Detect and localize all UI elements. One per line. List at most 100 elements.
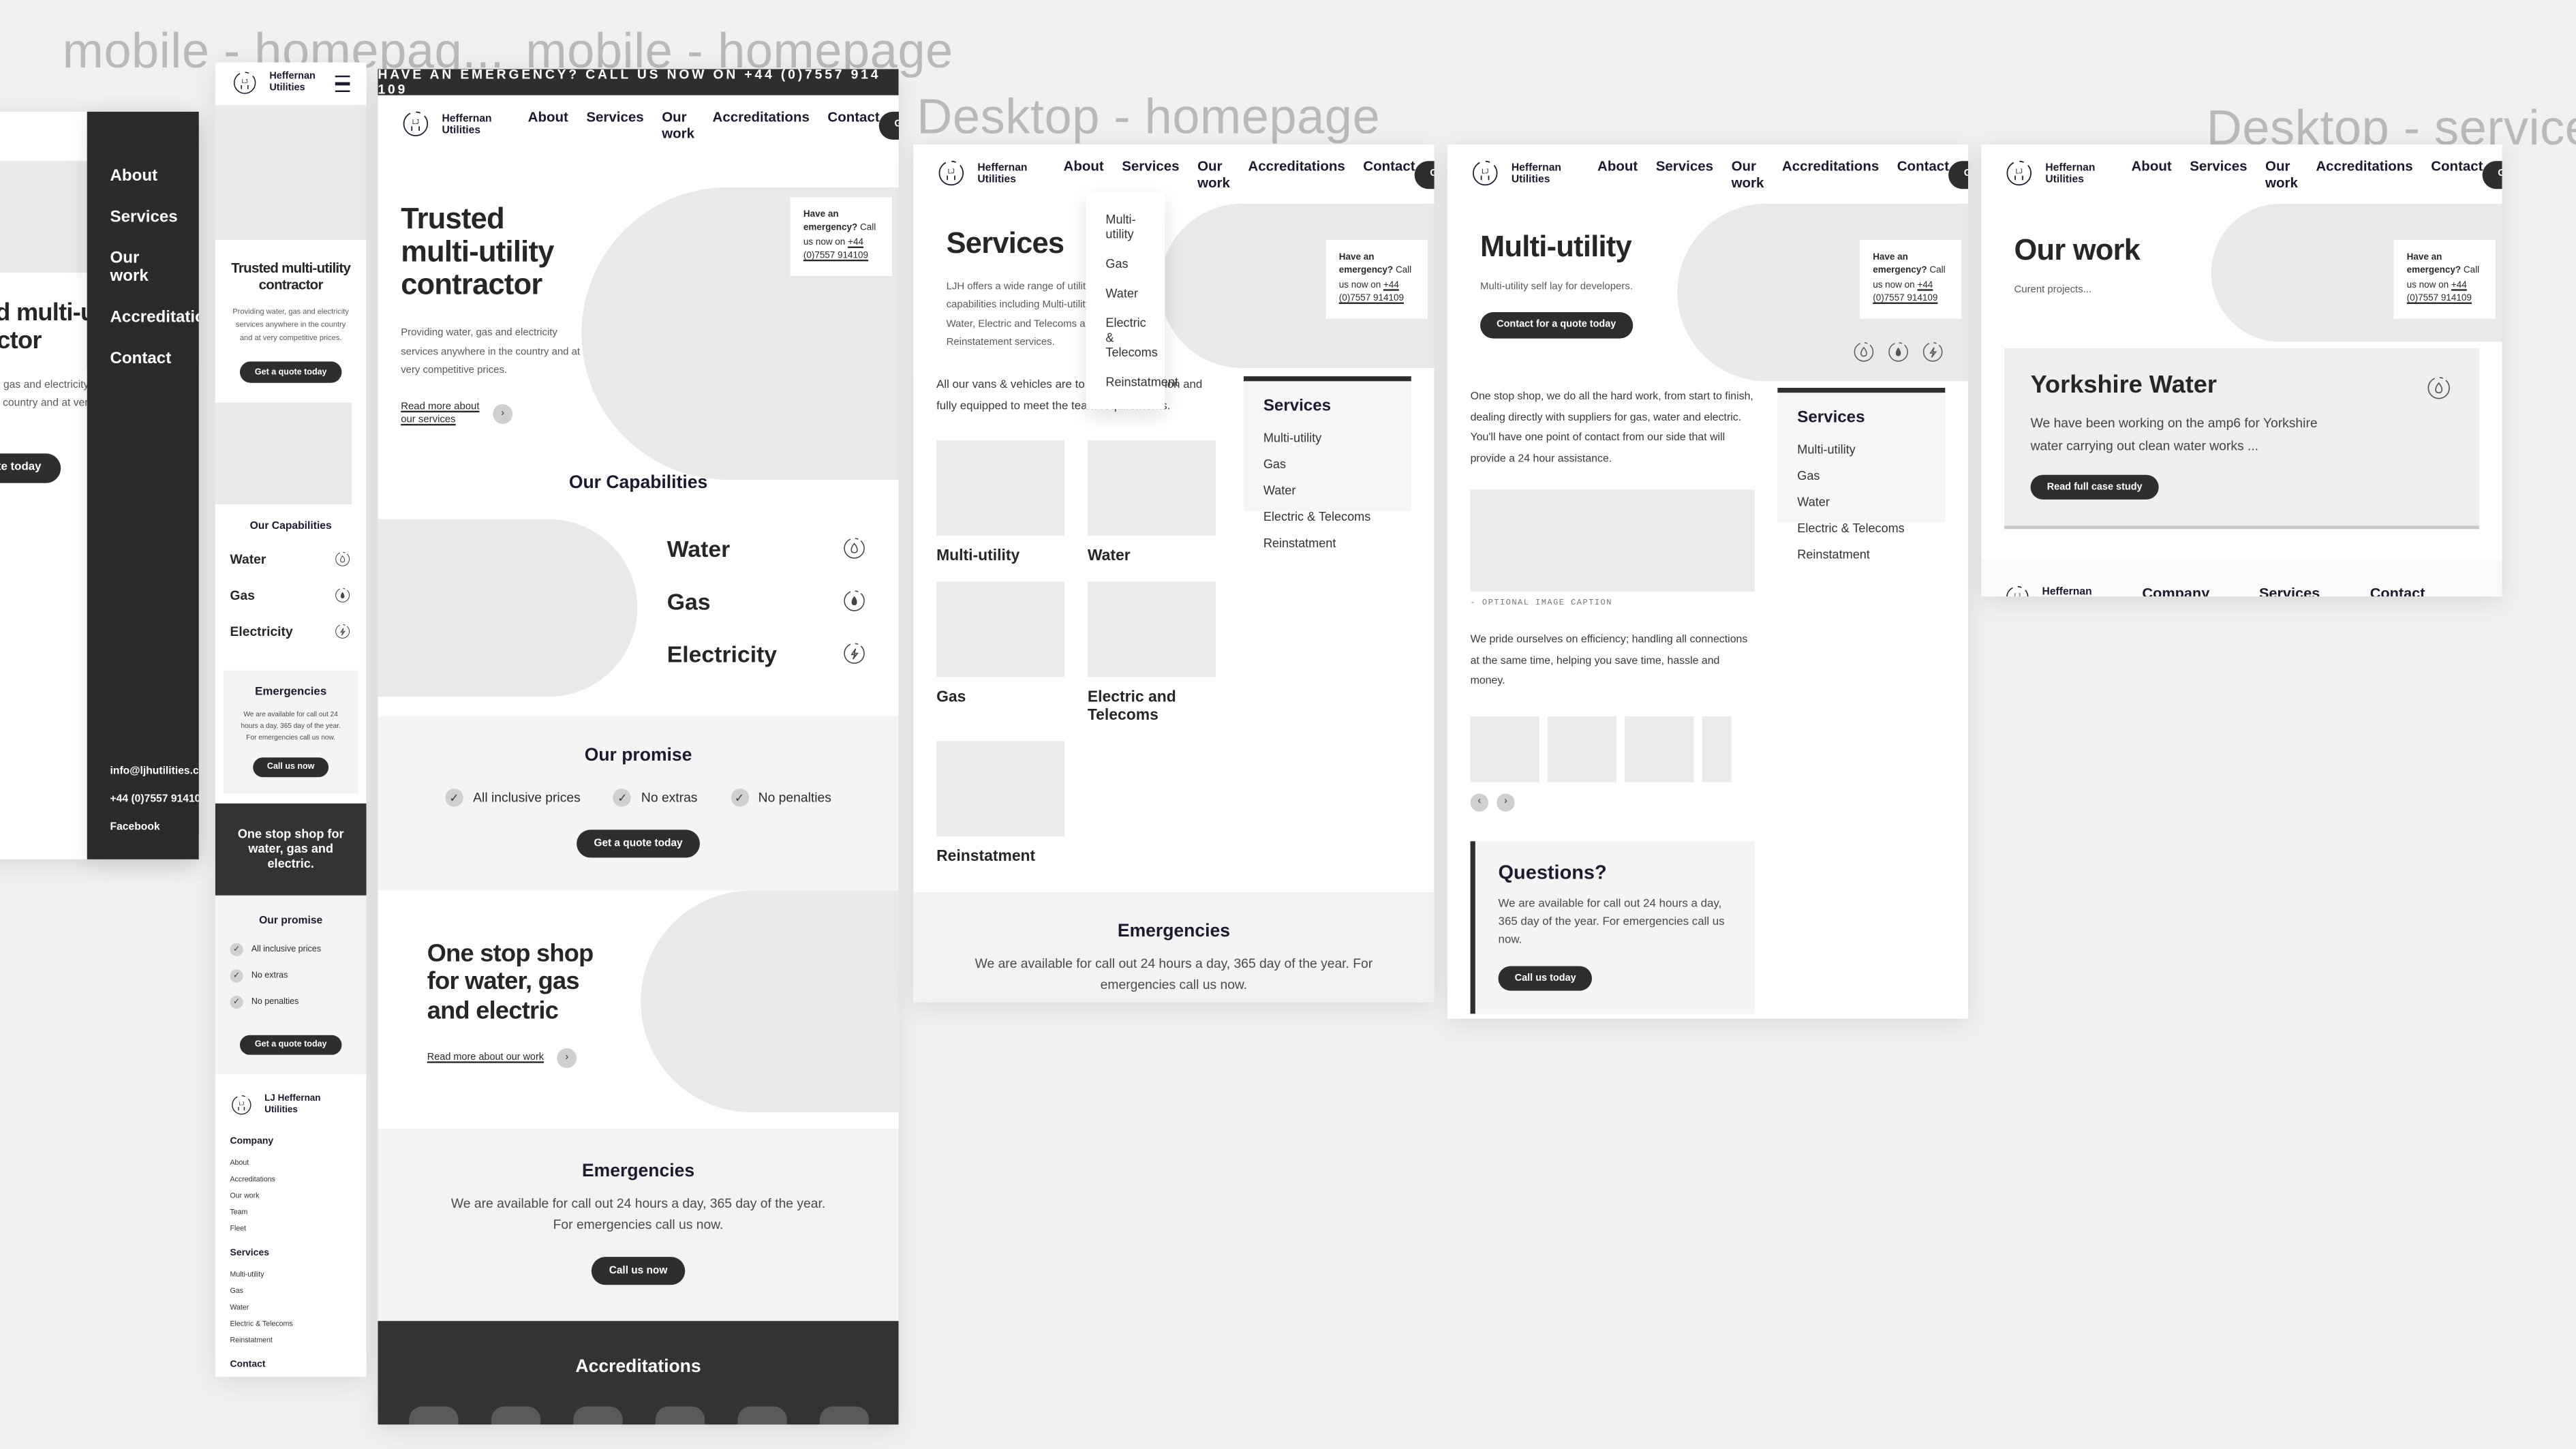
carousel-prev-icon[interactable]: ‹ <box>1470 793 1489 811</box>
sidebar-item-water[interactable]: Water <box>1797 495 1925 510</box>
sidebar-item-water[interactable]: Water <box>1263 483 1392 498</box>
accreditation-logo[interactable] <box>654 1405 704 1425</box>
nav-link-about[interactable]: About <box>528 108 568 141</box>
capability-gas[interactable]: Gas <box>667 588 868 615</box>
onestop-readmore-link[interactable]: Read more about our work › <box>427 1048 608 1069</box>
logo[interactable]: LJ Heffernan Utilities <box>2004 159 2095 189</box>
footer-link[interactable]: Accreditations <box>230 1174 351 1183</box>
promise-cta-button[interactable]: Get a quote today <box>240 1034 342 1054</box>
menu-phone[interactable]: +44 (0)7557 914109 <box>110 793 199 805</box>
service-card[interactable]: Multi-utility <box>936 440 1065 566</box>
menu-item-accreditations[interactable]: Accreditations <box>110 309 199 327</box>
gallery-thumb[interactable] <box>1702 716 1732 782</box>
get-a-quote-button[interactable]: Get a quote today <box>879 110 899 139</box>
service-card[interactable]: Water <box>1087 440 1216 566</box>
sidebar-item-gas[interactable]: Gas <box>1263 457 1392 472</box>
footer-logo[interactable]: LJ Heffernan Utilities <box>2004 585 2142 597</box>
nav-link-about[interactable]: About <box>1597 157 1638 190</box>
nav-link-services[interactable]: Services <box>1656 157 1713 190</box>
contact-quote-button[interactable]: Contact for a quote today <box>1480 312 1633 339</box>
menu-email[interactable]: info@ljhutilities.com <box>110 765 199 777</box>
hamburger-icon[interactable] <box>335 70 350 97</box>
capability-electricity[interactable]: Electricity <box>667 641 868 667</box>
dropdown-item-water[interactable]: Water <box>1105 286 1145 301</box>
accreditation-logo[interactable] <box>408 1405 458 1425</box>
hero-readmore-link[interactable]: Read more about our services › <box>401 401 581 428</box>
read-case-study-button[interactable]: Read full case study <box>2030 475 2159 500</box>
nav-link-accreditations[interactable]: Accreditations <box>2316 157 2412 190</box>
accreditation-logo[interactable] <box>818 1405 869 1425</box>
get-a-quote-button[interactable]: Get a quote today <box>1949 160 1969 189</box>
footer-link[interactable]: Fleet <box>230 1223 351 1232</box>
nav-link-services[interactable]: Services <box>586 108 643 141</box>
service-card[interactable]: Reinstatment <box>936 741 1065 866</box>
sidebar-item-reinstatment[interactable]: Reinstatment <box>1797 547 1925 562</box>
gallery-thumb[interactable] <box>1470 716 1539 782</box>
capability-water[interactable]: Water <box>230 551 351 569</box>
sidebar-item-reinstatment[interactable]: Reinstatment <box>1263 536 1392 551</box>
footer-logo[interactable]: LJ LJ Heffernan Utilities <box>230 1094 351 1117</box>
nav-link-our-work[interactable]: Our work <box>2265 157 2298 190</box>
footer-link[interactable]: Multi-utility <box>230 1270 351 1278</box>
menu-facebook[interactable]: Facebook <box>110 821 199 833</box>
nav-link-services[interactable]: Services <box>1122 157 1179 190</box>
logo[interactable]: LJ Heffernan Utilities <box>232 71 316 97</box>
sidebar-item-electric-telecoms[interactable]: Electric & Telecoms <box>1797 521 1925 536</box>
hero-cta-button[interactable]: Get a quote today <box>0 453 61 483</box>
footer-link[interactable]: Gas <box>230 1286 351 1294</box>
nav-link-our-work[interactable]: Our work <box>662 108 694 141</box>
logo[interactable]: LJ Heffernan Utilities <box>936 159 1028 189</box>
accreditation-logo[interactable] <box>737 1405 786 1425</box>
sidebar-item-multi-utility[interactable]: Multi-utility <box>1263 431 1392 446</box>
service-card[interactable]: Electric and Telecoms <box>1087 581 1216 725</box>
logo[interactable]: LJ Heffernan Utilities <box>1471 159 1561 189</box>
sidebar-item-multi-utility[interactable]: Multi-utility <box>1797 442 1925 457</box>
footer-link[interactable]: Team <box>230 1207 351 1215</box>
nav-link-contact[interactable]: Contact <box>827 108 879 141</box>
hero-cta-button[interactable]: Get a quote today <box>240 361 342 383</box>
footer-link[interactable]: Reinstatment <box>230 1335 351 1343</box>
emergency-strip[interactable]: HAVE AN EMERGENCY? CALL US NOW ON +44 (0… <box>378 69 899 97</box>
logo[interactable]: LJ Heffernan Utilities <box>401 110 492 140</box>
nav-link-services[interactable]: Services <box>2190 157 2247 190</box>
nav-link-about[interactable]: About <box>2132 157 2172 190</box>
capability-electricity[interactable]: Electricity <box>230 623 351 641</box>
dropdown-item-electric-telecoms[interactable]: Electric & Telecoms <box>1105 316 1157 360</box>
nav-link-accreditations[interactable]: Accreditations <box>1782 157 1879 190</box>
get-a-quote-button[interactable]: Get a quote today <box>1415 160 1435 189</box>
capability-water[interactable]: Water <box>667 536 868 562</box>
nav-link-contact[interactable]: Contact <box>2431 157 2483 190</box>
nav-link-accreditations[interactable]: Accreditations <box>1248 157 1345 190</box>
emergencies-cta-button[interactable]: Call us now <box>252 757 330 777</box>
nav-link-contact[interactable]: Contact <box>1363 157 1415 190</box>
nav-link-our-work[interactable]: Our work <box>1197 157 1230 190</box>
nav-link-accreditations[interactable]: Accreditations <box>713 108 810 141</box>
gallery-thumb[interactable] <box>1625 716 1694 782</box>
nav-link-our-work[interactable]: Our work <box>1732 157 1764 190</box>
emergencies-cta-button[interactable]: Call us now <box>591 1256 686 1285</box>
accreditation-logo[interactable] <box>572 1405 622 1425</box>
get-a-quote-button[interactable]: Get a quote today <box>2483 160 2502 189</box>
nav-link-contact[interactable]: Contact <box>1897 157 1949 190</box>
footer-link[interactable]: Our work <box>230 1191 351 1199</box>
footer-link[interactable]: Water <box>230 1302 351 1311</box>
capability-gas[interactable]: Gas <box>230 587 351 605</box>
accreditation-logo[interactable] <box>490 1405 540 1425</box>
menu-item-services[interactable]: Services <box>110 209 178 227</box>
questions-cta-button[interactable]: Call us today <box>1498 966 1593 992</box>
dropdown-item-multi-utility[interactable]: Multi-utility <box>1105 212 1145 241</box>
sidebar-item-gas[interactable]: Gas <box>1797 468 1925 483</box>
service-card[interactable]: Gas <box>936 581 1065 725</box>
promise-cta-button[interactable]: Get a quote today <box>575 829 701 858</box>
gallery-thumb[interactable] <box>1547 716 1617 782</box>
menu-item-our-work[interactable]: Our work <box>110 249 176 286</box>
nav-link-about[interactable]: About <box>1064 157 1104 190</box>
menu-item-about[interactable]: About <box>110 168 176 186</box>
sidebar-item-electric-telecoms[interactable]: Electric & Telecoms <box>1263 509 1392 524</box>
dropdown-item-reinstatment[interactable]: Reinstatment <box>1105 375 1178 390</box>
footer-link[interactable]: About <box>230 1158 351 1166</box>
carousel-next-icon[interactable]: › <box>1497 793 1515 811</box>
dropdown-item-gas[interactable]: Gas <box>1105 256 1145 271</box>
menu-item-contact[interactable]: Contact <box>110 350 176 368</box>
footer-link[interactable]: Electric & Telecoms <box>230 1319 351 1327</box>
